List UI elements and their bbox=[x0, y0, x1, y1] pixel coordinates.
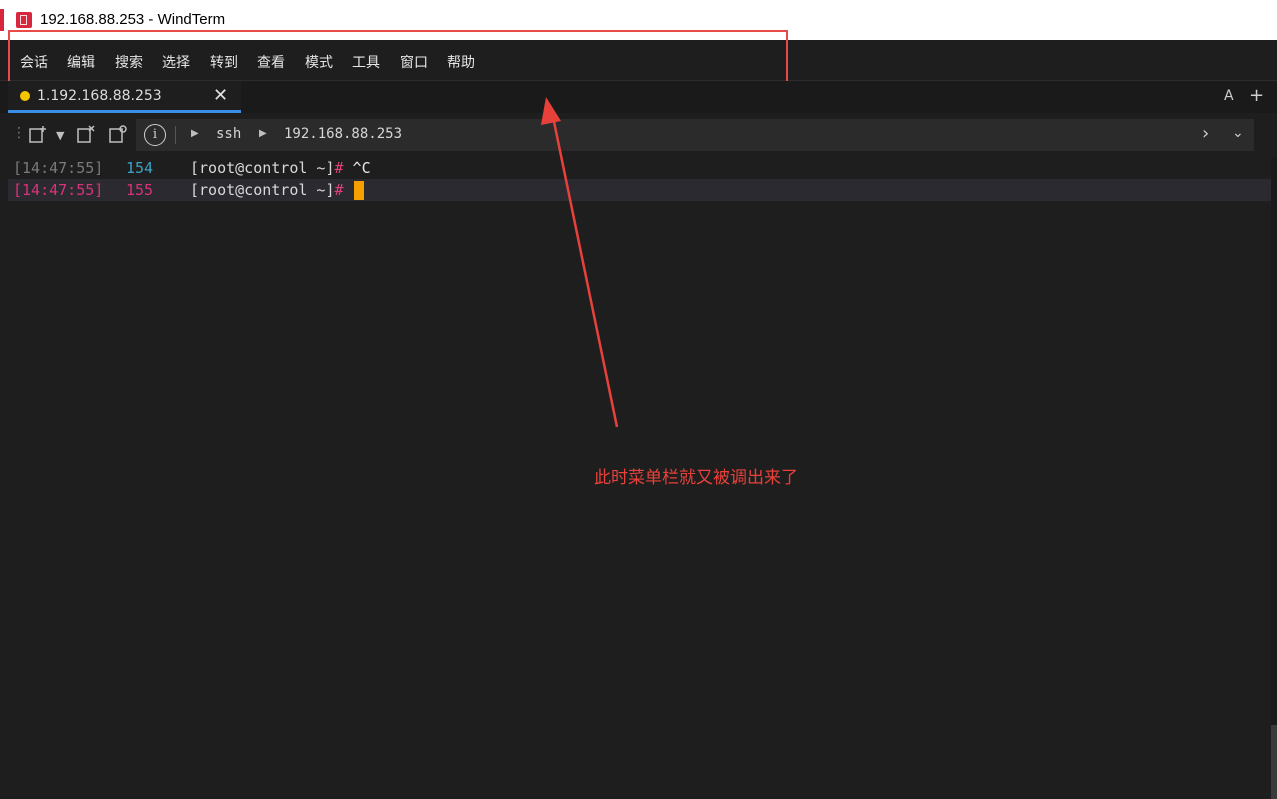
prompt-hash: # bbox=[334, 181, 344, 199]
terminal-line-current: [14:47:55] 155 [root@control ~]# bbox=[8, 179, 1271, 201]
text-cursor bbox=[353, 181, 364, 200]
left-gutter bbox=[0, 157, 8, 799]
tab-label: 1.192.168.88.253 bbox=[37, 88, 162, 104]
prompt-text: [root@control ~] bbox=[190, 159, 335, 177]
address-bar[interactable]: i ▶ ssh ▶ 192.168.88.253 › ⌄ bbox=[136, 119, 1254, 151]
menu-view[interactable]: 查看 bbox=[257, 52, 285, 72]
annotation-text: 此时菜单栏就又被调出来了 bbox=[594, 468, 798, 488]
menu-window[interactable]: 窗口 bbox=[400, 52, 428, 72]
menu-tools[interactable]: 工具 bbox=[352, 52, 380, 72]
menu-search[interactable]: 搜索 bbox=[115, 52, 143, 72]
window-edge-accent bbox=[0, 9, 4, 31]
drag-handle-icon[interactable]: ⋮ bbox=[12, 125, 26, 141]
menu-session[interactable]: 会话 bbox=[20, 52, 48, 72]
breadcrumb-arrow-icon: ▶ bbox=[259, 128, 267, 139]
window-title: 192.168.88.253 - WindTerm bbox=[40, 11, 226, 28]
prompt-hash: # bbox=[334, 159, 344, 177]
scrollbar-track[interactable] bbox=[1271, 157, 1277, 799]
command-text: ^C bbox=[343, 159, 371, 177]
close-session-icon[interactable] bbox=[76, 125, 96, 149]
chevron-down-icon[interactable]: ▼ bbox=[56, 129, 64, 142]
terminal-line: [14:47:55] 154 [root@control ~]# ^C bbox=[8, 157, 1271, 179]
shell-prompt: [root@control ~]# ^C bbox=[190, 159, 371, 177]
prompt-text: [root@control ~] bbox=[190, 181, 335, 199]
close-icon[interactable]: ✕ bbox=[213, 85, 228, 106]
shell-prompt: [root@control ~]# bbox=[190, 181, 364, 200]
breadcrumb-protocol[interactable]: ssh bbox=[216, 126, 241, 142]
tab-session-1[interactable]: 1.192.168.88.253 ✕ bbox=[8, 81, 241, 113]
line-number: 154 bbox=[126, 159, 154, 177]
more-icon[interactable]: ⋮ bbox=[1271, 87, 1277, 103]
divider bbox=[175, 126, 176, 144]
windterm-app-icon bbox=[15, 11, 33, 29]
session-settings-icon[interactable] bbox=[108, 125, 128, 149]
menu-help[interactable]: 帮助 bbox=[447, 52, 475, 72]
new-session-icon[interactable] bbox=[28, 125, 48, 149]
add-tab-icon[interactable]: + bbox=[1249, 85, 1264, 106]
timestamp: [14:47:55] bbox=[13, 181, 104, 199]
line-number: 155 bbox=[126, 181, 154, 199]
scrollbar-thumb[interactable] bbox=[1271, 725, 1277, 799]
info-icon[interactable]: i bbox=[144, 124, 166, 146]
menu-mode[interactable]: 模式 bbox=[305, 52, 333, 72]
tab-bar: 1.192.168.88.253 ✕ A + ⋮ bbox=[0, 81, 1277, 113]
font-icon[interactable]: A bbox=[1224, 88, 1234, 104]
title-bar: 192.168.88.253 - WindTerm bbox=[0, 0, 1277, 40]
timestamp: [14:47:55] bbox=[13, 159, 104, 177]
breadcrumb-arrow-icon: ▶ bbox=[191, 128, 199, 139]
breadcrumb-host[interactable]: 192.168.88.253 bbox=[284, 126, 402, 142]
menu-edit[interactable]: 编辑 bbox=[67, 52, 95, 72]
session-status-dot bbox=[20, 91, 30, 101]
session-toolbar: ⋮ ▼ i ▶ ssh ▶ 192.168.88.253 › ⌄ bbox=[0, 113, 1277, 157]
menu-bar: 会话 编辑 搜索 选择 转到 查看 模式 工具 窗口 帮助 bbox=[0, 40, 1277, 81]
menu-goto[interactable]: 转到 bbox=[210, 52, 238, 72]
chevron-down-icon[interactable]: ⌄ bbox=[1232, 125, 1244, 141]
menu-select[interactable]: 选择 bbox=[162, 52, 190, 72]
chevron-right-icon[interactable]: › bbox=[1202, 123, 1209, 144]
